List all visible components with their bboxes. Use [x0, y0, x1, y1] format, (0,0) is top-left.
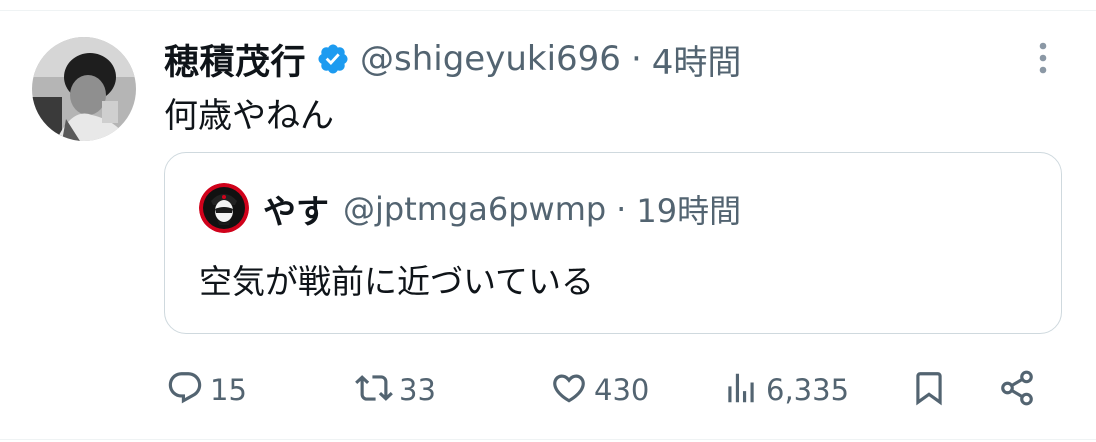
quoted-author-handle[interactable]: @jptmga6pwmp	[343, 190, 606, 228]
share-icon	[998, 369, 1036, 411]
quoted-header-separator: ·	[616, 190, 627, 228]
views-icon	[722, 369, 760, 411]
quoted-author-avatar[interactable]	[199, 183, 249, 233]
more-options-icon[interactable]	[1026, 40, 1060, 76]
retweet-count: 33	[399, 373, 436, 407]
author-avatar[interactable]	[32, 37, 136, 141]
like-count: 430	[594, 373, 650, 407]
quoted-author-name[interactable]: やす	[263, 185, 329, 233]
tweet-text: 何歳やねん	[164, 96, 334, 136]
views-count: 6,335	[766, 373, 850, 407]
verified-badge-icon	[316, 42, 350, 76]
top-divider	[0, 10, 1096, 11]
header-separator: ·	[630, 39, 642, 79]
quoted-tweet-text: 空気が戦前に近づいている	[199, 262, 595, 301]
reply-count: 15	[210, 373, 247, 407]
retweet-icon	[355, 369, 393, 411]
share-button[interactable]	[998, 364, 1036, 416]
like-button[interactable]: 430	[550, 364, 649, 416]
reply-button[interactable]: 15	[166, 364, 247, 416]
views-button[interactable]: 6,335	[722, 364, 849, 416]
author-handle[interactable]: @shigeyuki696	[360, 39, 621, 79]
quoted-tweet-timestamp[interactable]: 19時間	[636, 186, 741, 232]
bookmark-icon	[910, 369, 948, 411]
action-bar: 15 33 430 6,335	[0, 364, 1096, 416]
quoted-tweet-header: やす @jptmga6pwmp · 19時間	[263, 183, 741, 235]
like-icon	[550, 369, 588, 411]
tweet-header: 穂積茂行 @shigeyuki696 · 4時間	[164, 34, 741, 84]
quoted-tweet-card[interactable]: やす @jptmga6pwmp · 19時間 空気が戦前に近づいている	[164, 152, 1062, 334]
reply-icon	[166, 369, 204, 411]
retweet-button[interactable]: 33	[355, 364, 436, 416]
tweet-timestamp[interactable]: 4時間	[652, 35, 742, 84]
author-name[interactable]: 穂積茂行	[164, 34, 306, 85]
bookmark-button[interactable]	[910, 364, 948, 416]
bottom-divider	[0, 439, 1096, 440]
